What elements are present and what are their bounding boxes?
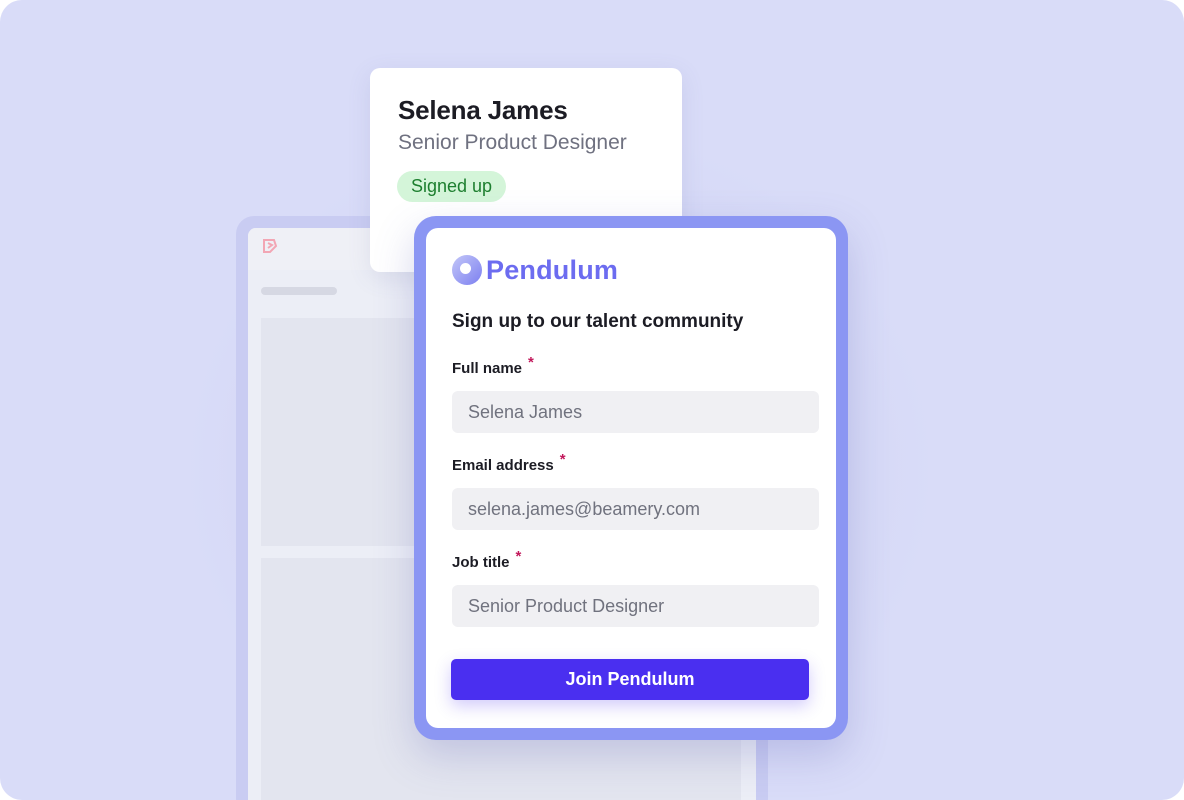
required-marker: * xyxy=(528,354,534,371)
required-marker: * xyxy=(559,451,566,468)
form-heading: Sign up to our talent community xyxy=(452,311,744,332)
pendulum-logo-icon xyxy=(452,255,482,285)
full-name-label-text: Full name xyxy=(452,360,523,377)
background-placeholder-bar xyxy=(261,287,337,295)
job-title-label-text: Job title xyxy=(452,554,510,571)
job-title-input[interactable] xyxy=(452,585,819,627)
profile-name: Selena James xyxy=(398,95,568,125)
brand-name: Pendulum xyxy=(486,254,619,285)
email-label: Email address * xyxy=(452,451,566,474)
full-name-input[interactable] xyxy=(452,391,819,433)
email-label-text: Email address xyxy=(452,457,554,474)
email-input[interactable] xyxy=(452,488,819,530)
canvas: Selena James Senior Product Designer Sig… xyxy=(0,0,1184,800)
profile-role: Senior Product Designer xyxy=(398,131,627,154)
required-marker: * xyxy=(515,548,522,565)
brand: Pendulum xyxy=(452,254,618,286)
join-button[interactable]: Join Pendulum xyxy=(451,659,809,700)
signup-form: Pendulum Sign up to our talent community… xyxy=(426,228,836,728)
status-badge: Signed up xyxy=(397,171,507,202)
signup-form-frame: Pendulum Sign up to our talent community… xyxy=(414,216,848,740)
full-name-label: Full name * xyxy=(452,354,534,377)
app-logo-icon xyxy=(263,239,278,253)
job-title-label: Job title * xyxy=(452,548,521,571)
